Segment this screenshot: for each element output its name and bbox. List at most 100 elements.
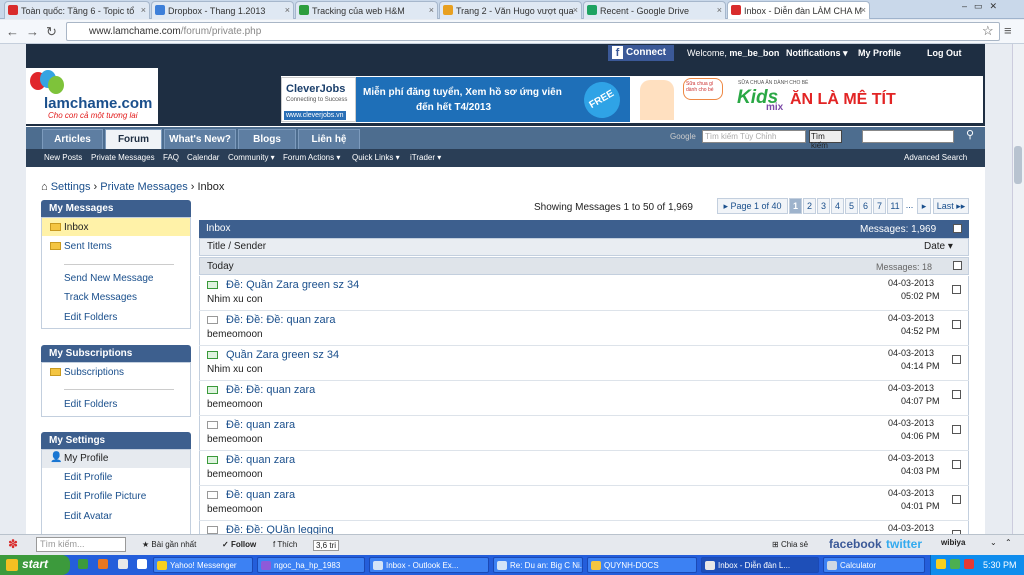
address-bar[interactable]: www.lamchame.com/forum/private.php — [66, 22, 1000, 41]
close-icon[interactable]: × — [141, 5, 146, 15]
message-title[interactable]: Đề: Quần Zara green sz 34 — [226, 279, 359, 291]
close-icon[interactable]: × — [861, 5, 866, 15]
message-checkbox[interactable] — [952, 355, 961, 364]
itrader-menu[interactable]: iTrader ▾ — [410, 153, 441, 162]
community-menu[interactable]: Community ▾ — [228, 153, 275, 162]
forum-actions-menu[interactable]: Forum Actions ▾ — [283, 153, 340, 162]
next-page-button[interactable]: ▸ — [917, 198, 931, 214]
select-group-checkbox[interactable] — [953, 261, 962, 270]
menu-icon[interactable]: ≡ — [1004, 23, 1012, 38]
breadcrumb-settings[interactable]: Settings — [51, 181, 91, 193]
message-title[interactable]: Đề: quan zara — [226, 454, 295, 466]
firefox-icon[interactable] — [98, 559, 108, 569]
taskbar-item[interactable]: Re: Du an: Big C Ni... — [493, 557, 583, 573]
close-icon[interactable]: × — [717, 5, 722, 15]
toolbar-search-input[interactable]: Tìm kiếm... — [36, 537, 126, 552]
sidebar-item-sent[interactable]: Sent Items — [64, 241, 112, 252]
taskbar-item[interactable]: ngoc_ha_hp_1983 — [257, 557, 365, 573]
scrollbar-thumb[interactable] — [1014, 146, 1022, 184]
username-link[interactable]: me_be_bon — [729, 48, 779, 58]
message-checkbox[interactable] — [952, 495, 961, 504]
taskbar-item[interactable]: QUYNH-DOCS — [587, 557, 697, 573]
taskbar-item[interactable]: Inbox - Outlook Ex... — [369, 557, 489, 573]
page-link[interactable]: 2 — [803, 198, 816, 214]
close-icon[interactable]: × — [285, 5, 290, 15]
clock[interactable]: 5:30 PM — [983, 560, 1017, 570]
close-icon[interactable]: × — [429, 5, 434, 15]
sidebar-item-send-new[interactable]: Send New Message — [64, 273, 154, 284]
recent-posts-button[interactable]: ★ Bài gần nhất — [142, 540, 196, 549]
page-scrollbar[interactable] — [1012, 44, 1024, 540]
message-title[interactable]: Đề: quan zara — [226, 419, 295, 431]
facebook-connect-button[interactable]: f Connect — [608, 45, 674, 61]
window-controls[interactable]: –▭✕ — [962, 1, 1020, 13]
message-sender[interactable]: bemeomoon — [207, 329, 263, 340]
page-link[interactable]: 4 — [831, 198, 844, 214]
page-link[interactable]: 7 — [873, 198, 886, 214]
select-all-checkbox[interactable] — [953, 224, 962, 233]
message-title[interactable]: Đề: Đề: quan zara — [226, 384, 315, 396]
logout-link[interactable]: Log Out — [927, 48, 962, 58]
bookmark-star-icon[interactable]: ☆ — [982, 23, 994, 39]
browser-tab[interactable]: Dropbox - Thang 1.2013 × — [151, 1, 294, 19]
sidebar-item-subs-edit-folders[interactable]: Edit Folders — [64, 399, 117, 410]
google-search-button[interactable]: Tìm kiếm — [809, 130, 842, 150]
twitter-button[interactable]: twitter — [886, 537, 922, 551]
message-row[interactable]: Quần Zara green sz 34 Nhim xu con 04-03-… — [199, 346, 969, 381]
private-messages-link[interactable]: Private Messages — [91, 153, 155, 162]
forum-search-input[interactable] — [862, 130, 954, 143]
page-link[interactable]: 5 — [845, 198, 858, 214]
sidebar-item-edit-picture[interactable]: Edit Profile Picture — [64, 491, 146, 502]
message-sender[interactable]: Nhim xu con — [207, 294, 263, 305]
sidebar-item-subscriptions[interactable]: Subscriptions — [64, 367, 124, 378]
chrome-icon[interactable] — [118, 559, 128, 569]
message-title[interactable]: Đề: Đề: Đề: quan zara — [226, 314, 335, 326]
message-sender[interactable]: bemeomoon — [207, 399, 263, 410]
page-link[interactable]: 6 — [859, 198, 872, 214]
tray-icon[interactable] — [950, 559, 960, 569]
tab-blogs[interactable]: Blogs — [238, 129, 296, 149]
browser-tab[interactable]: Trang 2 - Văn Hugo vượt qua × — [439, 1, 582, 19]
taskbar-item[interactable]: Yahoo! Messenger — [153, 557, 253, 573]
sidebar-item-my-profile[interactable]: My Profile — [64, 453, 108, 464]
tray-icon[interactable] — [936, 559, 946, 569]
message-title[interactable]: Đề: quan zara — [226, 489, 295, 501]
column-title-sender[interactable]: Title / Sender — [207, 241, 266, 252]
tab-whats-new[interactable]: What's New? — [164, 129, 236, 149]
back-icon[interactable]: ← — [6, 24, 19, 39]
sidebar-item-edit-folders[interactable]: Edit Folders — [64, 312, 117, 323]
tab-lien-he[interactable]: Liên hệ — [298, 129, 360, 149]
twitter-follow-button[interactable]: ✓ Follow — [222, 540, 256, 549]
taskbar-item-active[interactable]: Inbox - Diễn đàn L... — [701, 557, 819, 573]
facebook-like-button[interactable]: f Thích — [273, 540, 297, 549]
message-row[interactable]: Đề: Đề: quan zara bemeomoon 04-03-2013 0… — [199, 381, 969, 416]
message-checkbox[interactable] — [952, 425, 961, 434]
forward-icon[interactable]: → — [26, 24, 39, 39]
message-title[interactable]: Quần Zara green sz 34 — [226, 349, 339, 361]
new-posts-link[interactable]: New Posts — [44, 153, 82, 162]
site-icon[interactable]: ✽ — [8, 537, 18, 551]
page-dropdown[interactable]: ▸ Page 1 of 40 — [717, 198, 788, 214]
message-checkbox[interactable] — [952, 390, 961, 399]
my-profile-link[interactable]: My Profile — [858, 48, 901, 58]
message-sender[interactable]: bemeomoon — [207, 504, 263, 515]
page-link[interactable]: 3 — [817, 198, 830, 214]
browser-tab[interactable]: Toàn quốc: Tầng 6 - Topic tổ × — [4, 1, 150, 19]
message-row[interactable]: Đề: quan zara bemeomoon 04-03-2013 04:06… — [199, 416, 969, 451]
browser-tab-active[interactable]: Inbox - Diễn đàn LÀM CHA M × — [727, 1, 870, 19]
taskbar-item[interactable]: Calculator — [823, 557, 925, 573]
message-sender[interactable]: bemeomoon — [207, 434, 263, 445]
calendar-link[interactable]: Calendar — [187, 153, 219, 162]
quick-links-menu[interactable]: Quick Links ▾ — [352, 153, 400, 162]
browser-tab[interactable]: Tracking của web H&M × — [295, 1, 438, 19]
last-page-button[interactable]: Last ▸▸ — [933, 198, 969, 214]
message-sender[interactable]: Nhim xu con — [207, 364, 263, 375]
message-checkbox[interactable] — [952, 285, 961, 294]
column-date-sort[interactable]: Date ▾ — [924, 241, 953, 252]
page-link-current[interactable]: 1 — [789, 198, 802, 214]
message-row[interactable]: Đề: Đề: Đề: quan zara bemeomoon 04-03-20… — [199, 311, 969, 346]
message-row[interactable]: Đề: Đề: QUần legging 04-03-2013 — [199, 521, 969, 534]
sidebar-item-edit-profile[interactable]: Edit Profile — [64, 472, 112, 483]
sidebar-item-track[interactable]: Track Messages — [64, 292, 137, 303]
message-title[interactable]: Đề: Đề: QUần legging — [226, 524, 334, 534]
